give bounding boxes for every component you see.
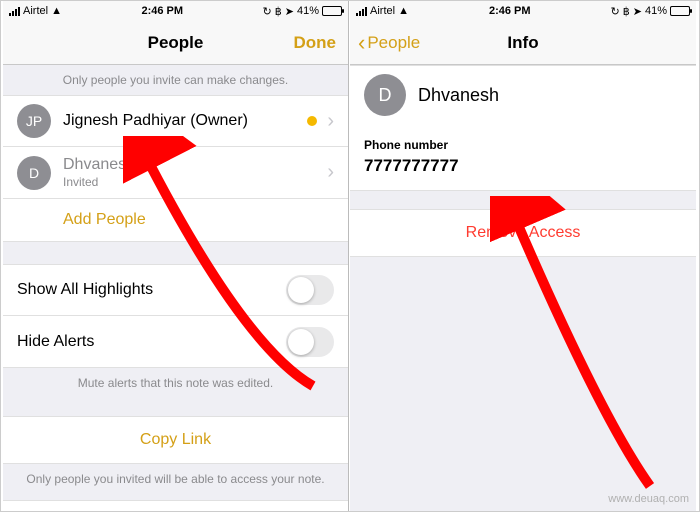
battery-percent: 41% — [645, 5, 667, 17]
back-button[interactable]: ‹ People — [358, 32, 420, 54]
phone-people-screen: Airtel ▲ 2:46 PM ↻ ฿ ➤ 41% People Done O… — [3, 1, 349, 511]
invite-hint: Only people you invite can make changes. — [3, 65, 348, 95]
chevron-right-icon: › — [327, 110, 334, 133]
alerts-hint: Mute alerts that this note was edited. — [3, 368, 348, 404]
page-title: Info — [507, 33, 538, 53]
row-label: Show All Highlights — [17, 281, 286, 299]
clock: 2:46 PM — [141, 5, 183, 17]
show-highlights-toggle[interactable] — [286, 275, 334, 305]
stop-sharing-button[interactable]: Stop Sharing — [3, 500, 348, 512]
contact-header: D Dhvanesh — [350, 65, 696, 124]
battery-icon — [322, 6, 342, 16]
battery-percent: 41% — [297, 5, 319, 17]
bluetooth-icon: ฿ — [275, 5, 282, 18]
wifi-icon: ▲ — [51, 5, 62, 17]
signal-icon — [9, 7, 20, 16]
show-highlights-row[interactable]: Show All Highlights — [3, 264, 348, 316]
bluetooth-icon: ฿ — [623, 5, 630, 18]
status-bar: Airtel ▲ 2:46 PM ↻ ฿ ➤ 41% — [3, 1, 348, 21]
clock: 2:46 PM — [489, 5, 531, 17]
access-hint: Only people you invited will be able to … — [3, 464, 348, 500]
avatar: D — [17, 156, 51, 190]
row-label: Hide Alerts — [17, 333, 286, 351]
person-status: Invited — [63, 175, 327, 189]
hide-alerts-toggle[interactable] — [286, 327, 334, 357]
watermark: www.deuaq.com — [608, 493, 689, 505]
contact-name: Dhvanesh — [418, 85, 682, 106]
carrier-label: Airtel — [23, 5, 48, 17]
orientation-lock-icon: ↻ — [263, 5, 272, 18]
orientation-lock-icon: ↻ — [611, 5, 620, 18]
phone-number[interactable]: 7777777777 — [350, 156, 696, 190]
owner-dot-icon — [307, 116, 317, 126]
phone-info-screen: Airtel ▲ 2:46 PM ↻ ฿ ➤ 41% ‹ People Info… — [350, 1, 696, 511]
chevron-right-icon: › — [327, 161, 334, 184]
navbar: People Done — [3, 21, 348, 65]
done-button[interactable]: Done — [294, 33, 337, 53]
add-people-button[interactable]: Add People — [3, 199, 348, 242]
person-name: Dhvanesh — [63, 156, 327, 174]
copy-link-button[interactable]: Copy Link — [3, 416, 348, 464]
page-title: People — [148, 33, 204, 53]
status-bar: Airtel ▲ 2:46 PM ↻ ฿ ➤ 41% — [350, 1, 696, 21]
chevron-left-icon: ‹ — [358, 32, 365, 54]
remove-access-button[interactable]: Remove Access — [350, 209, 696, 257]
location-icon: ➤ — [285, 5, 294, 18]
navbar: ‹ People Info — [350, 21, 696, 65]
avatar: JP — [17, 104, 51, 138]
person-row-owner[interactable]: JP Jignesh Padhiyar (Owner) › — [3, 95, 348, 147]
carrier-label: Airtel — [370, 5, 395, 17]
avatar: D — [364, 74, 406, 116]
battery-icon — [670, 6, 690, 16]
signal-icon — [356, 7, 367, 16]
phone-label: Phone number — [350, 124, 696, 156]
person-row-invitee[interactable]: D Dhvanesh Invited › — [3, 147, 348, 199]
location-icon: ➤ — [633, 5, 642, 18]
back-label: People — [367, 33, 420, 53]
wifi-icon: ▲ — [398, 5, 409, 17]
hide-alerts-row[interactable]: Hide Alerts — [3, 316, 348, 368]
person-name: Jignesh Padhiyar (Owner) — [63, 112, 307, 130]
